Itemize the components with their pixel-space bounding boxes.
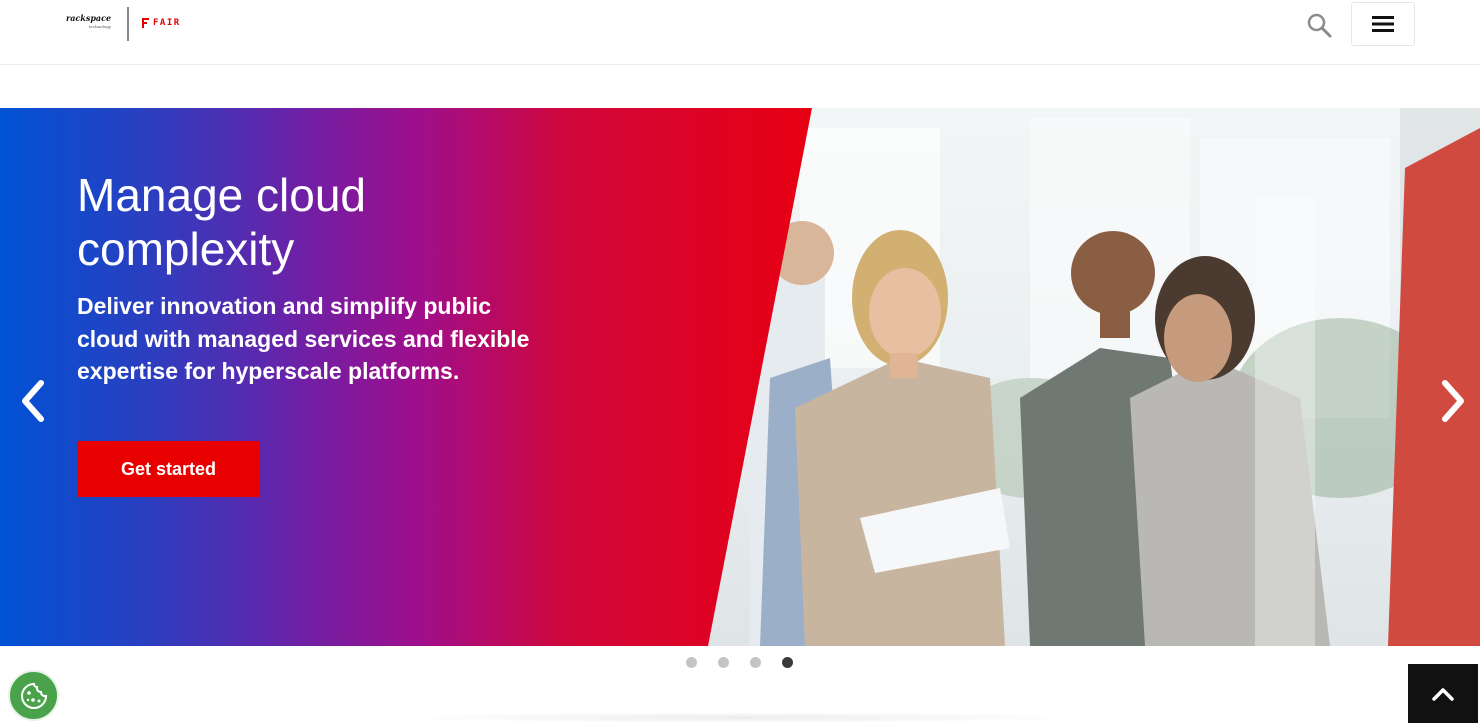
get-started-button[interactable]: Get started — [77, 441, 260, 497]
hero-carousel: Manage cloud complexity Deliver innovati… — [0, 108, 1480, 646]
hero-photo — [700, 108, 1480, 646]
hamburger-menu-icon — [1372, 16, 1394, 32]
cookie-icon — [20, 682, 47, 709]
search-icon — [1307, 13, 1332, 38]
rackspace-logo[interactable]: rackspace technology — [66, 14, 111, 31]
logo-divider — [127, 7, 129, 41]
carousel-pagination — [686, 657, 793, 668]
carousel-next-button[interactable] — [1434, 376, 1474, 426]
fair-mark-icon — [142, 18, 149, 28]
chevron-right-icon — [1442, 380, 1464, 422]
chevron-up-icon — [1432, 687, 1454, 701]
scroll-to-top-button[interactable] — [1408, 664, 1478, 723]
site-header: rackspace technology FAIR — [0, 0, 1480, 65]
search-button[interactable] — [1305, 11, 1333, 39]
carousel-dot-1[interactable] — [686, 657, 697, 668]
section-shadow — [390, 712, 1090, 723]
hero-title: Manage cloud complexity — [77, 169, 366, 275]
carousel-dot-3[interactable] — [750, 657, 761, 668]
rackspace-logo-text: rackspace — [66, 13, 112, 23]
carousel-dot-4[interactable] — [782, 657, 793, 668]
rackspace-logo-subtext: technology — [88, 24, 112, 29]
menu-button[interactable] — [1351, 2, 1415, 46]
carousel-dot-2[interactable] — [718, 657, 729, 668]
fair-logo-text: FAIR — [153, 18, 181, 28]
fair-logo[interactable]: FAIR — [142, 16, 181, 30]
chevron-left-icon — [22, 380, 44, 422]
cookie-settings-button[interactable] — [8, 670, 59, 721]
carousel-prev-button[interactable] — [12, 376, 52, 426]
hero-subtitle: Deliver innovation and simplify public c… — [77, 293, 530, 384]
